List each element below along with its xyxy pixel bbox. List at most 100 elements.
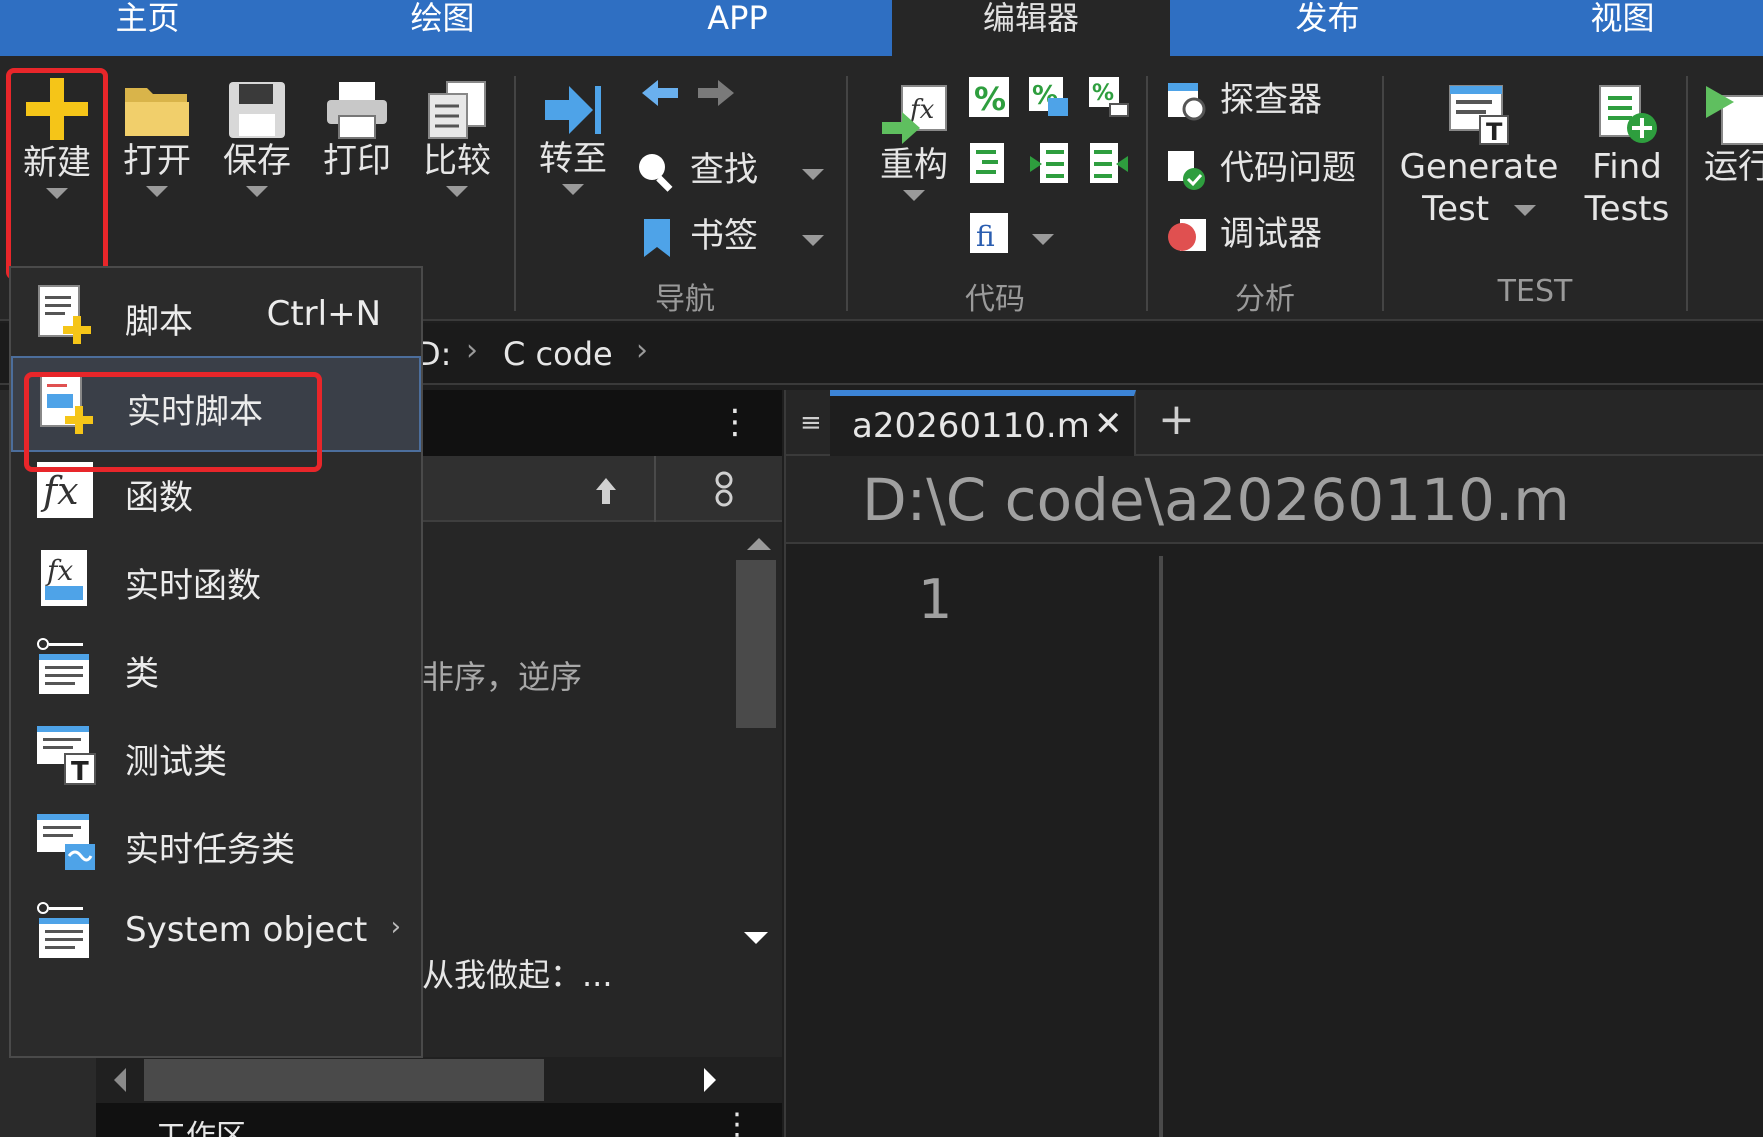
tab-publish[interactable]: 发布: [1180, 0, 1475, 56]
wrap-comments-icon[interactable]: %: [1088, 76, 1130, 118]
menu-item-label: 类: [125, 654, 159, 694]
svg-text:fi: fi: [976, 220, 995, 253]
bookmark-button[interactable]: 书签: [636, 214, 758, 259]
goto-button[interactable]: 转至: [528, 82, 618, 195]
link-icon[interactable]: [714, 470, 734, 508]
close-icon[interactable]: ✕: [1094, 404, 1123, 444]
menu-item-label: 实时函数: [125, 566, 261, 606]
file-row-text[interactable]: 从我做起：...: [422, 950, 613, 996]
insert-function-icon[interactable]: fi: [968, 212, 1010, 254]
tab-view[interactable]: 视图: [1475, 0, 1763, 56]
search-icon: [639, 153, 673, 192]
sort-up-arrow-icon[interactable]: [594, 476, 618, 506]
find-tests-icon: [1599, 85, 1657, 143]
print-button[interactable]: 打印: [312, 80, 402, 182]
scroll-right-icon[interactable]: [704, 1068, 716, 1092]
system-object-icon: [37, 902, 89, 958]
comment-icon[interactable]: %: [968, 76, 1010, 118]
vertical-scrollbar[interactable]: [736, 530, 782, 1057]
refactor-fx-icon: fx: [882, 85, 947, 144]
find-button[interactable]: 查找: [636, 148, 758, 193]
menu-item-script[interactable]: 脚本 Ctrl+N: [11, 268, 421, 364]
refactor-label: 重构: [880, 145, 948, 185]
svg-text:fx: fx: [45, 554, 73, 587]
svg-text:fx: fx: [908, 95, 935, 125]
menu-item-shortcut: Ctrl+N: [266, 294, 381, 334]
live-script-highlight: [24, 372, 322, 472]
find-tests-label-2: Tests: [1584, 189, 1670, 229]
new-button-highlight: [6, 68, 108, 280]
more-options-icon[interactable]: ⋮: [718, 402, 752, 442]
refactor-button[interactable]: fx 重构: [864, 84, 964, 201]
tab-editor[interactable]: 编辑器: [892, 0, 1170, 56]
chevron-down-icon[interactable]: [1032, 234, 1054, 245]
file-path-label: D:\C code\a20260110.m: [862, 466, 1570, 534]
scroll-up-icon[interactable]: [747, 538, 771, 550]
folder-icon: [125, 88, 189, 136]
find-tests-button[interactable]: Find Tests: [1572, 82, 1682, 230]
tab-home[interactable]: 主页: [0, 0, 295, 56]
bookmark-label: 书签: [690, 216, 758, 256]
code-group-label: 代码: [965, 282, 1025, 317]
ribbon-separator: [1146, 76, 1148, 311]
editor-panel: ≡ a20260110.m ✕ + D:\C code\a20260110.m …: [784, 390, 1763, 1137]
menu-item-label: 函数: [125, 478, 193, 518]
debugger-button[interactable]: 调试器: [1166, 212, 1322, 257]
tab-plots[interactable]: 绘图: [295, 0, 590, 56]
open-button[interactable]: 打开: [112, 80, 202, 197]
chevron-right-icon: ›: [466, 333, 478, 368]
add-tab-icon[interactable]: +: [1158, 394, 1195, 445]
submenu-arrow-icon: ›: [390, 912, 401, 942]
menu-item-live-task-class[interactable]: 实时任务类: [11, 796, 421, 892]
hscrollbar-thumb[interactable]: [144, 1059, 544, 1101]
script-icon: [38, 285, 91, 344]
chevron-down-icon[interactable]: [802, 169, 824, 180]
menu-item-test-class[interactable]: T 测试类: [11, 708, 421, 804]
generate-test-button[interactable]: T Generate Test: [1396, 84, 1562, 230]
chevron-down-icon: [446, 186, 468, 197]
save-button[interactable]: 保存: [212, 80, 302, 197]
horizontal-scrollbar[interactable]: [96, 1057, 782, 1103]
gutter-divider: [1159, 556, 1163, 1137]
editor-tab-file[interactable]: a20260110.m ✕: [830, 390, 1136, 456]
line-number: 1: [918, 568, 953, 631]
top-tab-bar: 主页 绘图 APP 编辑器 发布 视图: [0, 0, 1763, 56]
printer-icon: [327, 82, 387, 139]
find-label: 查找: [690, 150, 758, 190]
code-issues-button[interactable]: 代码问题: [1166, 146, 1356, 191]
tab-apps[interactable]: APP: [590, 0, 885, 56]
menu-item-class[interactable]: 类: [11, 620, 421, 716]
menu-item-label: 脚本: [125, 302, 193, 342]
svg-text:T: T: [1486, 118, 1503, 146]
scroll-down-icon[interactable]: [744, 932, 768, 944]
chevron-right-icon: ›: [636, 333, 648, 368]
file-row-text[interactable]: 非序，逆序: [422, 652, 582, 698]
editor-tab-strip: ≡ a20260110.m ✕ +: [786, 390, 1763, 456]
chevron-down-icon: [903, 190, 925, 201]
menu-item-live-function[interactable]: fx 实时函数: [11, 532, 421, 628]
ribbon-separator: [1686, 76, 1688, 311]
uncomment-icon[interactable]: %: [1028, 76, 1070, 118]
svg-text:%: %: [1092, 81, 1114, 106]
forward-arrow-icon[interactable]: [696, 78, 736, 108]
menu-item-system-object[interactable]: System object ›: [11, 884, 421, 980]
compare-button[interactable]: 比较: [412, 80, 502, 197]
workspace-label: 工作区: [156, 1119, 246, 1137]
indent-icon[interactable]: [968, 142, 1010, 184]
print-label: 打印: [323, 141, 391, 181]
scrollbar-thumb[interactable]: [736, 560, 776, 728]
scroll-left-icon[interactable]: [114, 1068, 126, 1092]
run-button[interactable]: 运行: [1704, 84, 1763, 188]
address-segment-folder[interactable]: C code: [503, 335, 613, 373]
back-arrow-icon[interactable]: [640, 78, 680, 108]
decrease-indent-icon[interactable]: [1088, 142, 1130, 184]
more-options-icon[interactable]: ⋮: [722, 1107, 752, 1137]
chevron-down-icon[interactable]: [802, 235, 824, 246]
save-label: 保存: [223, 141, 291, 181]
increase-indent-icon[interactable]: [1028, 142, 1070, 184]
menu-item-label: System object: [125, 910, 368, 950]
explorer-button[interactable]: 探查器: [1166, 78, 1322, 123]
svg-text:T: T: [71, 757, 89, 786]
workspace-header: 工作区 ⋮: [96, 1103, 782, 1137]
tab-list-icon[interactable]: ≡: [800, 408, 822, 438]
